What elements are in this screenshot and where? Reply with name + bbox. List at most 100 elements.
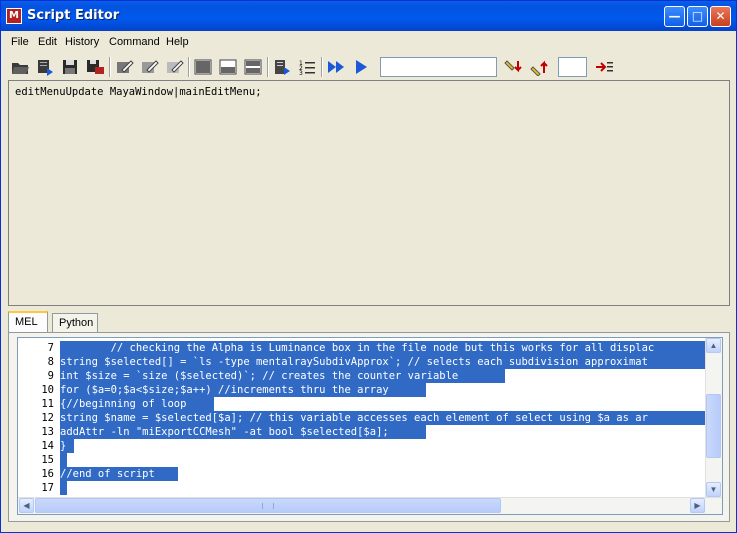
clear-history-icon <box>117 60 134 73</box>
scroll-up-button[interactable]: ▲ <box>706 338 721 353</box>
menu-history[interactable]: History <box>65 36 99 48</box>
show-input-only-button[interactable] <box>217 56 239 78</box>
horizontal-scroll-thumb[interactable] <box>35 498 501 513</box>
line-number-gutter: 7 8 9 10 11 12 13 14 15 16 17 <box>18 338 60 496</box>
search-input[interactable] <box>380 57 497 77</box>
code-line: int $size = `size ($selected)`; // creat… <box>60 369 505 383</box>
maximize-icon: □ <box>691 9 704 23</box>
line-number: 10 <box>41 384 54 396</box>
chevron-right-icon: ▶ <box>694 501 701 510</box>
echo-commands-icon <box>275 60 290 75</box>
line-number: 13 <box>41 426 54 438</box>
minimize-button[interactable]: — <box>664 6 685 27</box>
menu-file[interactable]: File <box>11 36 29 48</box>
open-script-icon <box>12 63 29 74</box>
menu-help[interactable]: Help <box>166 36 189 48</box>
code-line: } <box>60 439 74 453</box>
title-bar[interactable]: M Script Editor — □ ✕ <box>1 1 736 31</box>
toolbar: 123 <box>5 55 732 81</box>
toolbar-separator <box>267 57 269 77</box>
chevron-down-icon: ▼ <box>709 485 718 494</box>
history-text: editMenuUpdate MayaWindow|mainEditMenu; <box>15 86 262 98</box>
search-down-icon <box>504 60 522 73</box>
show-both-button[interactable] <box>242 56 264 78</box>
script-input-editor[interactable]: 7 8 9 10 11 12 13 14 15 16 17 // checkin… <box>17 337 723 515</box>
save-to-shelf-icon <box>87 60 104 74</box>
code-line: for ($a=0;$a<$size;$a++) //increments th… <box>60 383 426 397</box>
horizontal-scrollbar[interactable]: ◀ ▶ <box>18 497 722 514</box>
source-script-button[interactable] <box>34 56 56 78</box>
execute-button[interactable] <box>350 56 372 78</box>
save-script-icon <box>63 60 77 74</box>
show-input-only-icon <box>219 59 237 75</box>
clear-history-button[interactable] <box>113 56 135 78</box>
line-number: 7 <box>47 342 54 354</box>
execute-all-icon <box>328 61 344 73</box>
scroll-down-button[interactable]: ▼ <box>706 482 721 497</box>
source-script-icon <box>38 60 53 76</box>
show-line-numbers-button[interactable]: 123 <box>296 56 318 78</box>
toolbar-separator <box>109 57 111 77</box>
vertical-scroll-thumb[interactable] <box>706 394 721 458</box>
code-line <box>60 481 67 495</box>
chevron-up-icon: ▲ <box>709 341 718 350</box>
open-script-button[interactable] <box>9 56 31 78</box>
clear-input-button[interactable] <box>138 56 160 78</box>
history-pane[interactable]: editMenuUpdate MayaWindow|mainEditMenu; <box>8 80 730 306</box>
toolbar-separator <box>321 57 323 77</box>
menu-edit[interactable]: Edit <box>38 36 57 48</box>
tab-python[interactable]: Python <box>52 313 98 333</box>
code-line: //end of script <box>60 467 178 481</box>
tab-mel[interactable]: MEL <box>8 311 48 333</box>
chevron-left-icon: ◀ <box>23 501 30 510</box>
menu-bar: File Edit History Command Help <box>1 32 736 54</box>
code-line: string $name = $selected[$a]; // this va… <box>60 411 706 425</box>
show-line-numbers-icon: 123 <box>299 60 315 76</box>
vertical-scrollbar[interactable]: ▲ ▼ <box>705 338 722 498</box>
window-title: Script Editor <box>27 8 120 23</box>
svg-text:3: 3 <box>299 70 303 76</box>
scroll-right-button[interactable]: ▶ <box>690 498 705 513</box>
code-line: string $selected[] = `ls -type mentalray… <box>60 355 706 369</box>
toolbar-separator <box>188 57 190 77</box>
save-script-button[interactable] <box>59 56 81 78</box>
goto-line-input[interactable] <box>558 57 587 77</box>
goto-line-icon <box>596 62 613 72</box>
search-up-button[interactable] <box>529 56 551 78</box>
code-line: {//beginning of loop <box>60 397 214 411</box>
clear-input-icon <box>142 60 159 73</box>
script-editor-window: M Script Editor — □ ✕ File Edit History … <box>0 0 737 533</box>
scroll-left-button[interactable]: ◀ <box>19 498 34 513</box>
save-to-shelf-button[interactable] <box>84 56 106 78</box>
line-number: 16 <box>41 468 54 480</box>
close-icon: ✕ <box>715 9 726 23</box>
clear-all-icon <box>167 60 184 73</box>
execute-icon <box>356 60 367 74</box>
show-history-only-button[interactable] <box>192 56 214 78</box>
code-line: addAttr -ln "miExportCCMesh" -at bool $s… <box>60 425 426 439</box>
clear-all-button[interactable] <box>163 56 185 78</box>
line-number: 17 <box>41 482 54 494</box>
line-number: 9 <box>47 370 54 382</box>
echo-commands-button[interactable] <box>271 56 293 78</box>
tab-panel: 7 8 9 10 11 12 13 14 15 16 17 // checkin… <box>8 332 730 522</box>
show-history-only-icon <box>194 59 212 75</box>
line-number: 12 <box>41 412 54 424</box>
search-up-icon <box>530 60 548 76</box>
maya-icon: M <box>6 8 22 24</box>
close-button[interactable]: ✕ <box>710 6 731 27</box>
code-line <box>60 453 67 467</box>
goto-line-button[interactable] <box>593 56 615 78</box>
code-line: // checking the Alpha is Luminance box i… <box>60 341 706 355</box>
scroll-grip-icon <box>262 503 274 509</box>
line-number: 8 <box>47 356 54 368</box>
line-number: 14 <box>41 440 54 452</box>
minimize-icon: — <box>668 9 681 23</box>
line-number: 15 <box>41 454 54 466</box>
menu-command[interactable]: Command <box>109 36 160 48</box>
search-down-button[interactable] <box>503 56 525 78</box>
maximize-button[interactable]: □ <box>687 6 708 27</box>
line-number: 11 <box>41 398 54 410</box>
show-both-icon <box>244 59 262 75</box>
execute-all-button[interactable] <box>325 56 347 78</box>
